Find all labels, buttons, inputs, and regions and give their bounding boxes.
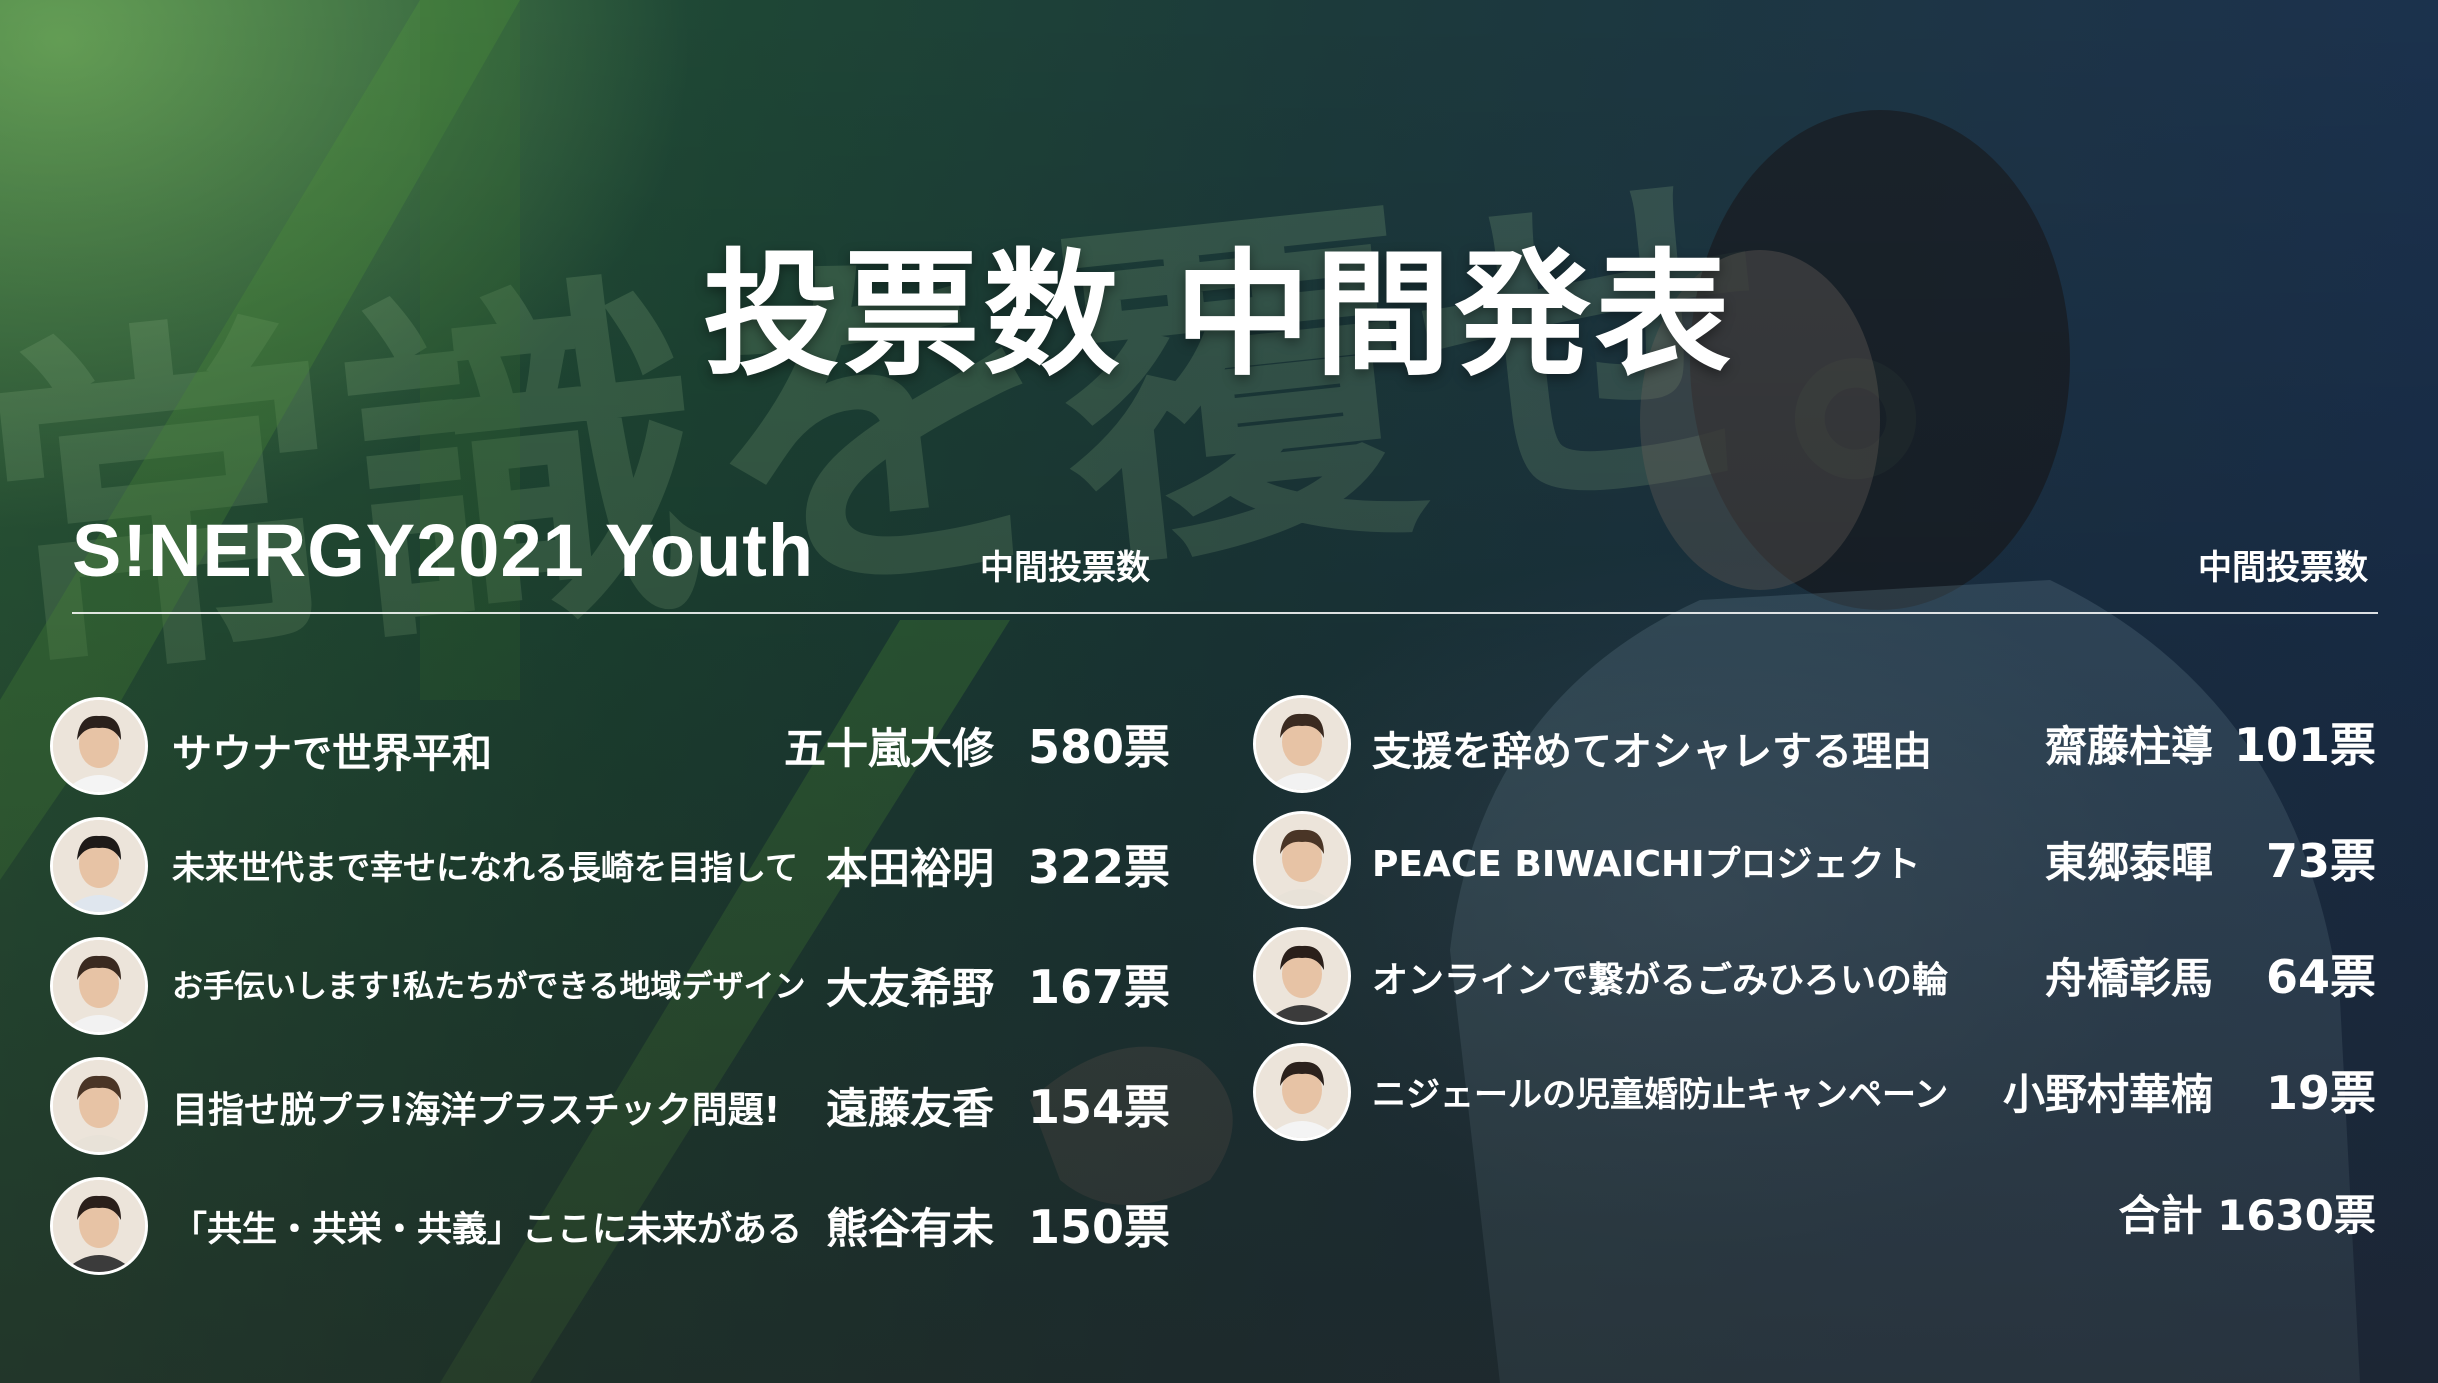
project-title: サウナで世界平和 [172,731,492,777]
project-title: 未来世代まで幸せになれる長崎を目指して [172,848,799,887]
total-votes: 合計 1630票 [2118,1191,2376,1240]
header-divider [72,612,2378,614]
list-item: 目指せ脱プラ!海洋プラスチック問題! 遠藤友香 154票 [50,1057,1170,1157]
column-header-right: 中間投票数 [2198,548,2368,588]
avatar [1253,927,1351,1025]
project-title: ニジェールの児童婚防止キャンペーン [1372,1075,1949,1115]
avatar [50,1057,148,1155]
project-title: オンラインで繋がるごみひろいの輪 [1372,960,1949,1001]
list-item: 支援を辞めてオシャレする理由 齋藤柱導 101票 [1253,695,2376,795]
vote-count: 150票 [1027,1200,1170,1254]
project-title: 「共生・共栄・共義」ここに未来がある [172,1210,803,1250]
list-item: PEACE BIWAICHIプロジェクト 東郷泰暉 73票 [1253,811,2376,911]
project-title: 目指せ脱プラ!海洋プラスチック問題! [172,1090,781,1131]
presenter-name: 熊谷有未 [825,1204,994,1253]
column-header-left: 中間投票数 [980,548,1150,588]
list-item: 未来世代まで幸せになれる長崎を目指して 本田裕明 322票 [50,817,1170,917]
list-item: ニジェールの児童婚防止キャンペーン 小野村華楠 19票 [1253,1043,2376,1143]
list-item: サウナで世界平和 五十嵐大修 580票 [50,697,1170,797]
project-title: 支援を辞めてオシャレする理由 [1372,729,1932,775]
project-title: PEACE BIWAICHIプロジェクト [1372,844,1921,885]
avatar [1253,695,1351,793]
vote-count: 322票 [1027,840,1170,894]
vote-count: 64票 [2265,950,2376,1004]
presenter-name: 東郷泰暉 [2044,838,2213,887]
avatar [50,697,148,795]
vote-count: 19票 [2265,1066,2376,1120]
presenter-name: 小野村華楠 [2002,1070,2213,1119]
vote-count: 167票 [1027,960,1170,1014]
page-title: 投票数 中間発表 [703,237,1735,395]
event-name: S!NERGY2021 Youth [72,509,815,592]
presenter-name: 本田裕明 [825,844,994,893]
list-item: オンラインで繋がるごみひろいの輪 舟橋彰馬 64票 [1253,927,2376,1027]
project-title: お手伝いします!私たちができる地域デザイン [172,969,806,1005]
vote-count: 154票 [1027,1080,1170,1134]
avatar [50,1177,148,1275]
presenter-name: 舟橋彰馬 [2044,954,2213,1003]
avatar [1253,811,1351,909]
presenter-name: 齋藤柱導 [2044,722,2213,771]
avatar [1253,1043,1351,1141]
vote-count: 73票 [2265,834,2376,888]
vote-count: 580票 [1027,720,1170,774]
presenter-name: 大友希野 [825,964,994,1013]
presenter-name: 遠藤友香 [825,1084,994,1133]
list-item: お手伝いします!私たちができる地域デザイン 大友希野 167票 [50,937,1170,1037]
vote-count: 101票 [2233,718,2376,772]
avatar [50,937,148,1035]
list-item: 「共生・共栄・共義」ここに未来がある 熊谷有未 150票 [50,1177,1170,1277]
presenter-name: 五十嵐大修 [783,724,994,773]
avatar [50,817,148,915]
